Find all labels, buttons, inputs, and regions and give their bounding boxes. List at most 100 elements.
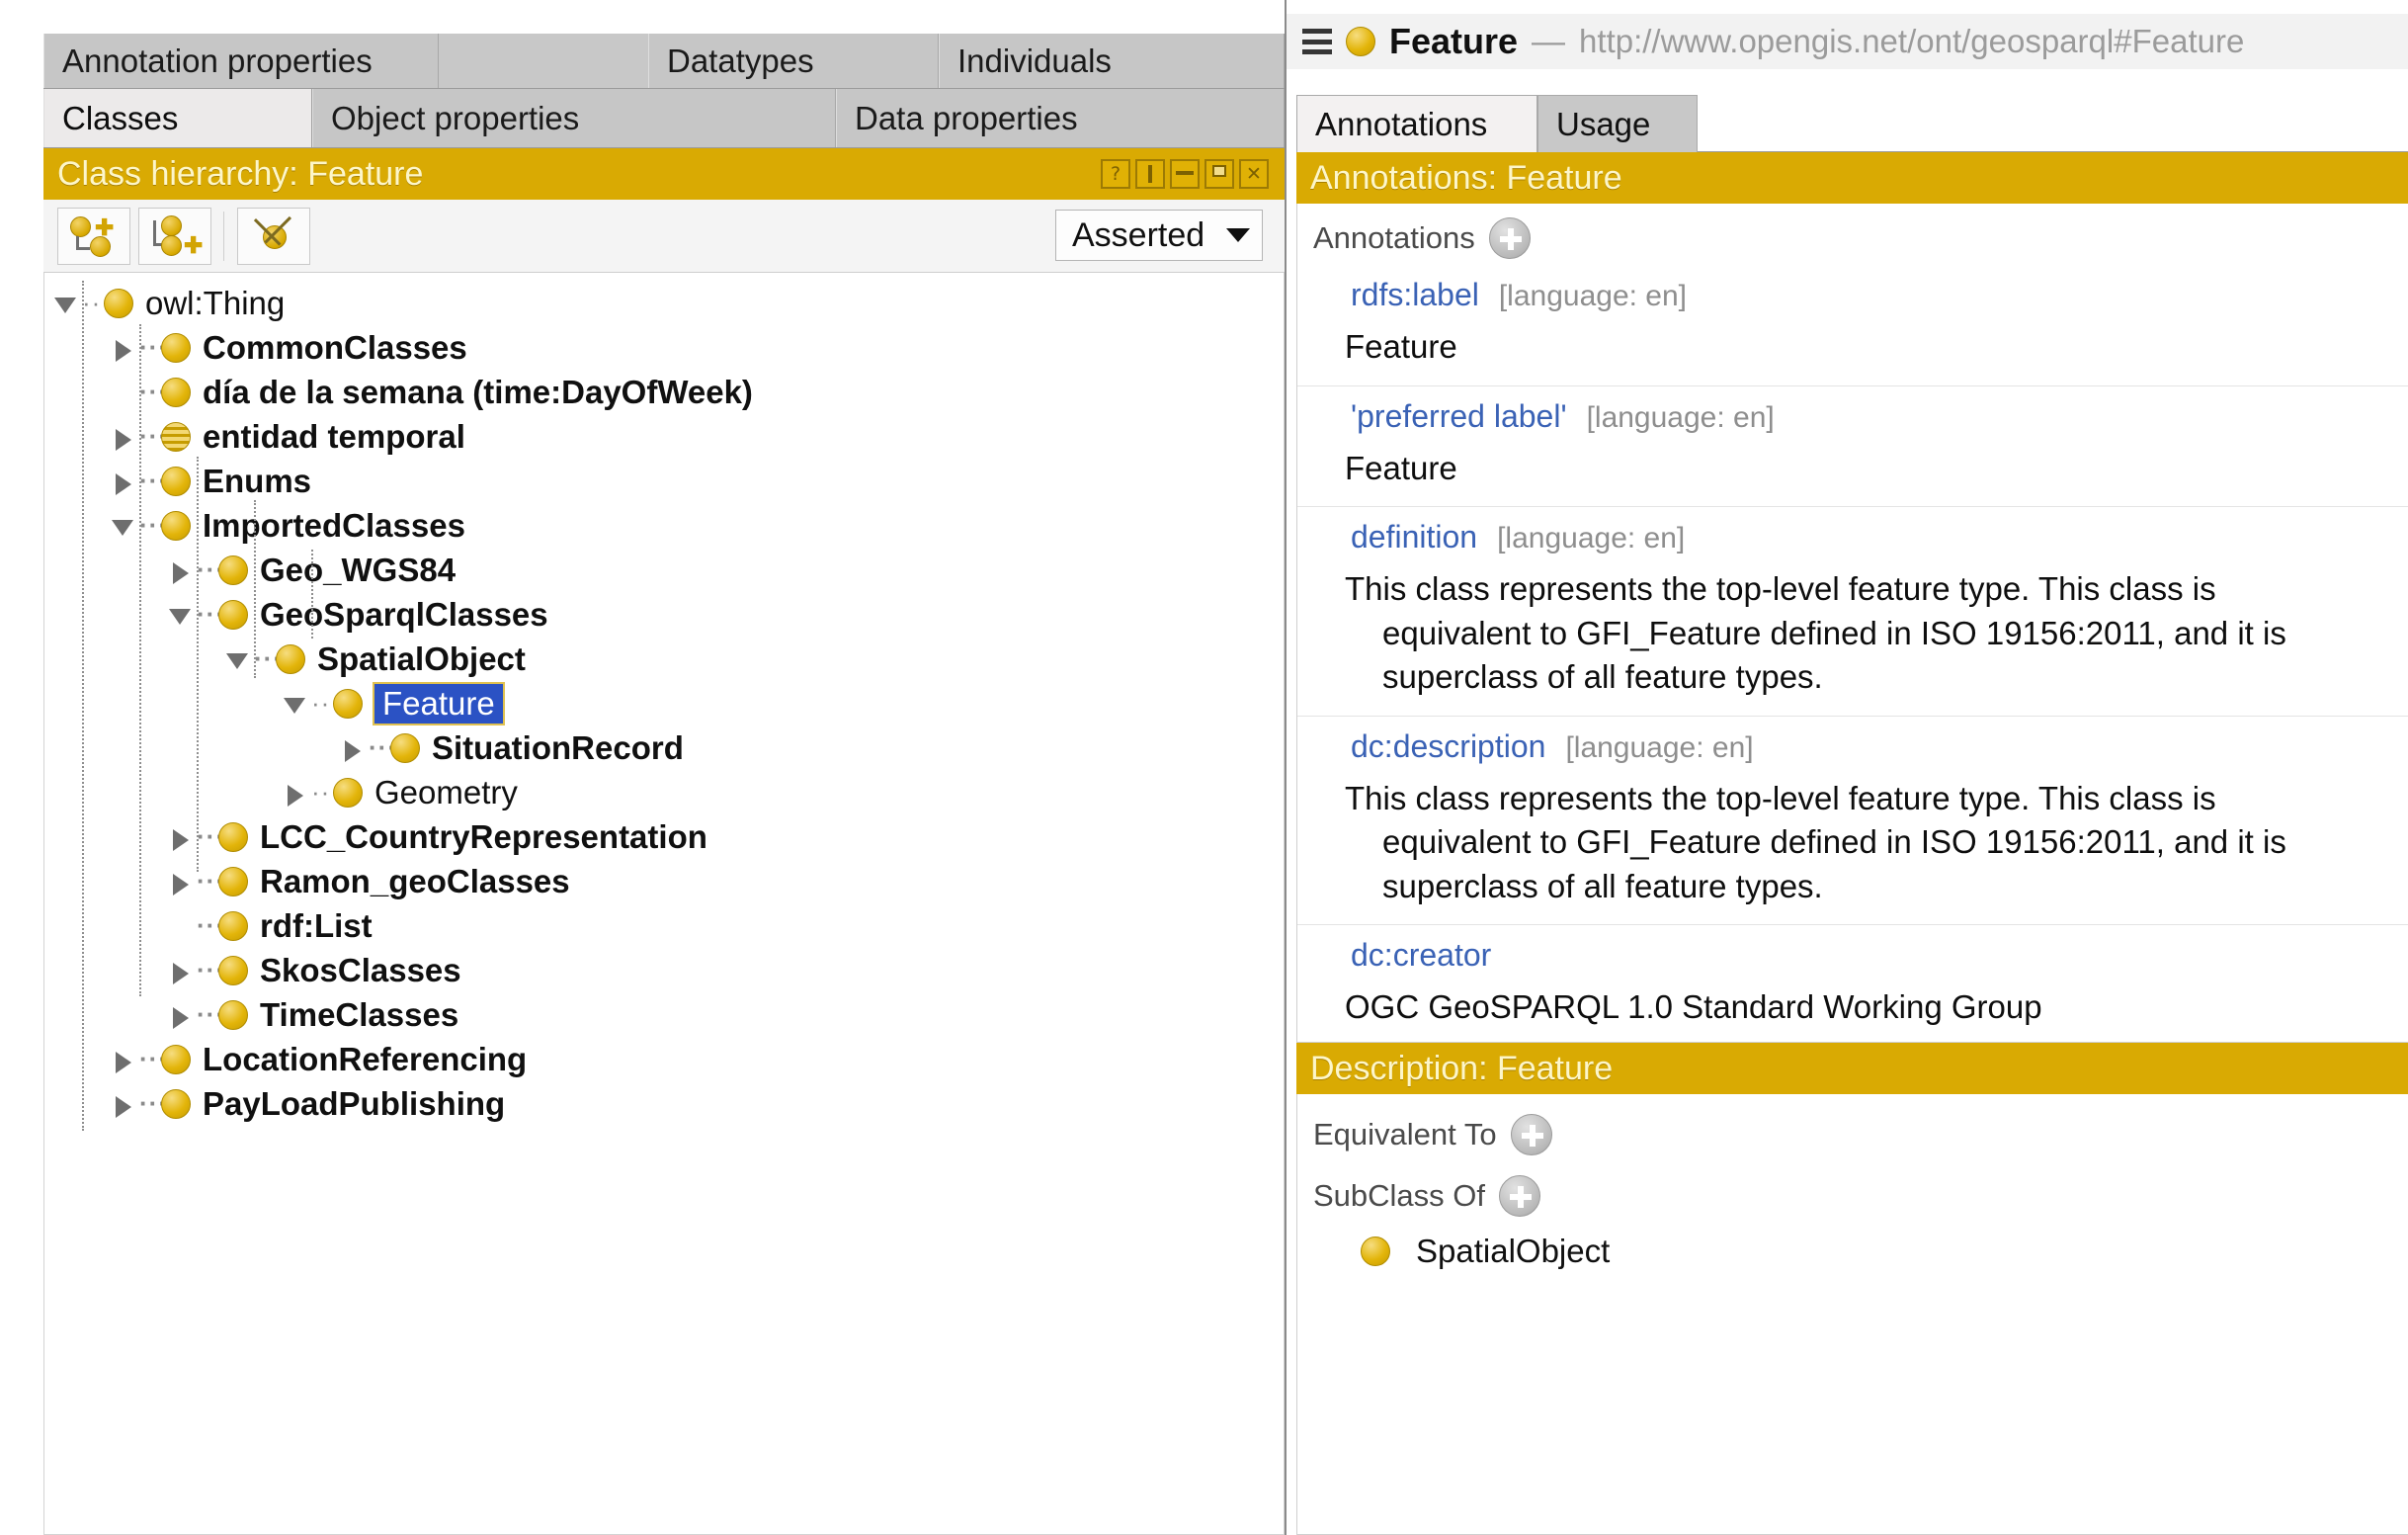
collapse-arrow-icon[interactable] — [224, 644, 254, 674]
add-subclass-button[interactable]: ✚ — [57, 208, 130, 265]
tree-item-label: SkosClasses — [260, 952, 461, 989]
tree-item-locationreferencing[interactable]: ···LocationReferencing — [44, 1037, 1284, 1081]
annotation-property[interactable]: definition — [1351, 519, 1477, 555]
annotation-language: [language: en] — [1587, 401, 1775, 435]
class-icon — [218, 555, 248, 585]
class-icon — [161, 333, 191, 363]
expand-arrow-icon[interactable] — [110, 1089, 139, 1119]
add-annotation-button[interactable] — [1489, 217, 1531, 259]
tab-datatypes[interactable]: Datatypes — [648, 34, 939, 88]
collapse-arrow-icon[interactable] — [110, 511, 139, 541]
menu-icon[interactable] — [1302, 29, 1332, 54]
annotation-item[interactable]: 'preferred label' [language: en]Feature — [1297, 385, 2408, 507]
help-icon[interactable]: ? — [1101, 159, 1130, 189]
class-icon — [161, 467, 191, 496]
annotation-item[interactable]: dc:creatorOGC GeoSPARQL 1.0 Standard Wor… — [1297, 924, 2408, 1043]
annotation-property[interactable]: rdfs:label — [1351, 277, 1479, 313]
tree-item-label: día de la semana (time:DayOfWeek) — [203, 374, 753, 411]
delete-class-button[interactable] — [237, 208, 310, 265]
entity-dash: — — [1532, 23, 1565, 61]
annotation-language: [language: en] — [1565, 731, 1753, 765]
class-hierarchy-tree[interactable]: ···owl:Thing···CommonClasses···día de la… — [43, 273, 1285, 1535]
tab-object-properties[interactable]: Object properties — [312, 89, 836, 147]
tree-item-ramon-geoclasses[interactable]: ···Ramon_geoClasses — [44, 859, 1284, 903]
tab-label: Data properties — [855, 100, 1078, 137]
tab-annotations[interactable]: Annotations — [1296, 95, 1537, 152]
expand-arrow-icon[interactable] — [167, 956, 197, 985]
description-value-row[interactable]: SpatialObject — [1313, 1217, 2408, 1270]
expand-arrow-icon[interactable] — [110, 1045, 139, 1074]
add-subclass-of-button[interactable] — [1499, 1175, 1540, 1217]
add-sibling-button[interactable]: ✚ — [138, 208, 211, 265]
maximize-icon[interactable] — [1204, 159, 1234, 189]
tree-connector: ··· — [197, 999, 218, 1030]
expand-arrow-icon[interactable] — [282, 778, 311, 808]
tree-item-feature[interactable]: ···Feature — [44, 681, 1284, 725]
tree-item-situationrecord[interactable]: ···SituationRecord — [44, 725, 1284, 770]
add-equivalent-to-button[interactable] — [1511, 1114, 1552, 1155]
tab-annotation-properties[interactable]: Annotation properties — [43, 34, 439, 88]
tree-connector: ··· — [254, 643, 276, 674]
tree-item-label: CommonClasses — [203, 329, 467, 367]
hierarchy-view-select[interactable]: Asserted — [1055, 210, 1263, 261]
tree-item-rdf-list[interactable]: ···rdf:List — [44, 903, 1284, 948]
tree-item-timeclasses[interactable]: ···TimeClasses — [44, 992, 1284, 1037]
tree-item-spatialobject[interactable]: ···SpatialObject — [44, 637, 1284, 681]
expand-arrow-icon[interactable] — [110, 422, 139, 452]
tree-guide-line — [311, 550, 313, 639]
tree-item-geosparqlclasses[interactable]: ···GeoSparqlClasses — [44, 592, 1284, 637]
close-icon[interactable]: ✕ — [1239, 159, 1269, 189]
collapse-arrow-icon[interactable] — [282, 689, 311, 719]
class-icon — [161, 1045, 191, 1074]
tree-item-skosclasses[interactable]: ···SkosClasses — [44, 948, 1284, 992]
annotation-value: Feature — [1297, 313, 2408, 370]
expand-arrow-icon[interactable] — [110, 333, 139, 363]
tree-item-geometry[interactable]: ···Geometry — [44, 770, 1284, 814]
tree-connector: ··· — [139, 1044, 161, 1074]
expand-arrow-icon[interactable] — [167, 1000, 197, 1030]
annotation-value: Feature — [1297, 435, 2408, 491]
split-icon[interactable] — [1135, 159, 1165, 189]
tree-item-commonclasses[interactable]: ··· CommonClasses — [44, 325, 1284, 370]
annotation-item[interactable]: definition[language: en]This class repre… — [1297, 506, 2408, 716]
annotations-section-label: Annotations — [1313, 220, 1475, 256]
description-list: Equivalent ToSubClass OfSpatialObject — [1297, 1094, 2408, 1270]
tree-item-geo-wgs84[interactable]: ···Geo_WGS84 — [44, 548, 1284, 592]
tree-connector: ··· — [139, 1088, 161, 1119]
tree-connector: ··· — [139, 421, 161, 452]
tree-item-lcc-countryrepresentation[interactable]: ···LCC_CountryRepresentation — [44, 814, 1284, 859]
expand-arrow-icon[interactable] — [167, 822, 197, 852]
expand-arrow-icon[interactable] — [339, 733, 369, 763]
expand-arrow-icon[interactable] — [167, 867, 197, 896]
tree-item-owl-thing[interactable]: ···owl:Thing — [44, 281, 1284, 325]
annotation-item[interactable]: rdfs:label[language: en]Feature — [1297, 259, 2408, 385]
tab-data-properties[interactable]: Data properties — [836, 89, 1285, 147]
expand-arrow-icon[interactable] — [167, 555, 197, 585]
tree-item-d-a-de-la-semana-time-dayofweek-[interactable]: ···día de la semana (time:DayOfWeek) — [44, 370, 1284, 414]
tree-connector: ··· — [311, 688, 333, 719]
description-section: Equivalent To — [1297, 1094, 2408, 1155]
tree-item-importedclasses[interactable]: ···ImportedClasses — [44, 503, 1284, 548]
expand-arrow-icon[interactable] — [110, 467, 139, 496]
tree-connector: ··· — [197, 866, 218, 896]
tree-connector: ··· — [82, 288, 104, 318]
minimize-icon[interactable] — [1170, 159, 1200, 189]
annotation-property[interactable]: dc:description — [1351, 728, 1545, 765]
annotation-property[interactable]: dc:creator — [1351, 937, 1491, 974]
panel-window-buttons: ? ✕ — [1101, 159, 1269, 189]
description-panel: Equivalent ToSubClass OfSpatialObject — [1296, 1094, 2408, 1535]
tab-classes[interactable]: Classes — [43, 89, 312, 147]
tab-usage[interactable]: Usage — [1537, 95, 1698, 152]
annotation-property[interactable]: 'preferred label' — [1351, 398, 1567, 435]
collapse-arrow-icon[interactable] — [52, 289, 82, 318]
collapse-arrow-icon[interactable] — [167, 600, 197, 630]
tab-individuals[interactable]: Individuals — [939, 34, 1285, 88]
tree-item-entidad-temporal[interactable]: ···entidad temporal — [44, 414, 1284, 459]
tree-connector: ··· — [139, 332, 161, 363]
description-section-head: Equivalent To — [1313, 1114, 2408, 1155]
tree-item-payloadpublishing[interactable]: ···PayLoadPublishing — [44, 1081, 1284, 1126]
tree-item-label: Geometry — [374, 774, 518, 811]
class-hierarchy-title: Class hierarchy: Feature — [57, 155, 423, 194]
annotation-item[interactable]: dc:description[language: en]This class r… — [1297, 716, 2408, 925]
tree-item-enums[interactable]: ···Enums — [44, 459, 1284, 503]
